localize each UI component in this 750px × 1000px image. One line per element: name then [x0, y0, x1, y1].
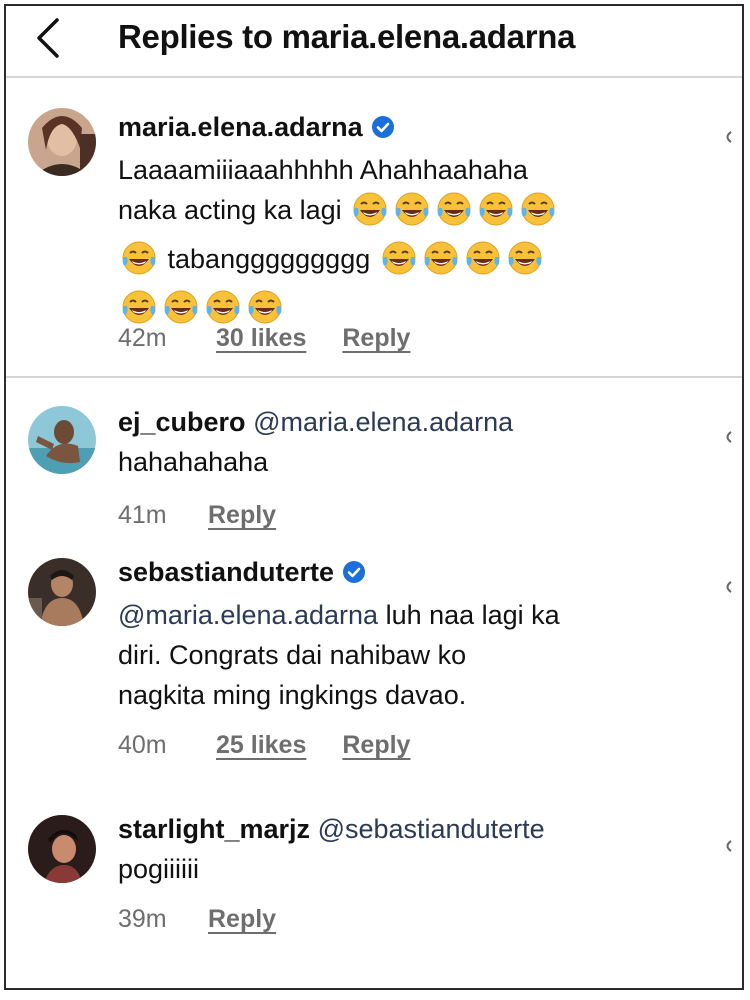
comment-body: sebastianduterte @maria.elena.adarna luh… [118, 552, 702, 715]
comment-text: luh naa lagi ka [378, 600, 560, 630]
comment-text: nagkita ming ingkings davao. [118, 680, 467, 710]
avatar[interactable] [28, 815, 96, 883]
comment-text: naka acting ka lagi [118, 195, 342, 225]
like-heart-icon[interactable] [722, 430, 732, 444]
comment-meta: 40m 25 likes Reply [118, 731, 410, 760]
face-with-tears-of-joy-icon [120, 239, 158, 288]
comment-text: diri. Congrats dai nahibaw ko [118, 640, 467, 670]
reply-button[interactable]: Reply [208, 905, 276, 934]
username[interactable]: ej_cubero [118, 407, 246, 437]
comment-item: sebastianduterte @maria.elena.adarna luh… [6, 550, 742, 805]
reply-button[interactable]: Reply [342, 731, 410, 760]
comment-body: ej_cubero @maria.elena.adarna hahahahaha [118, 402, 702, 482]
reply-button[interactable]: Reply [342, 324, 410, 353]
emoji-group [349, 195, 559, 225]
timestamp: 40m [118, 731, 167, 759]
comment-text: hahahahaha [118, 447, 269, 477]
mention-link[interactable]: @maria.elena.adarna [118, 600, 378, 630]
comment-body: starlight_marjz @sebastianduterte pogiii… [118, 809, 702, 889]
like-heart-icon[interactable] [722, 839, 732, 853]
face-with-tears-of-joy-icon [477, 190, 515, 239]
like-heart-icon[interactable] [722, 580, 732, 594]
comment-meta: 42m 30 likes Reply [118, 324, 410, 353]
face-with-tears-of-joy-icon [351, 190, 389, 239]
mention-link[interactable]: @sebastianduterte [318, 814, 545, 844]
back-button[interactable] [28, 16, 68, 60]
face-with-tears-of-joy-icon [506, 239, 544, 288]
page-title: Replies to maria.elena.adarna [118, 18, 576, 55]
comment-body: maria.elena.adarna Laaaamiiiaaahhhhh Aha… [118, 107, 702, 337]
comment-text: tabanggggggggg [167, 244, 371, 274]
verified-badge-icon [342, 555, 366, 595]
replies-screen: Replies to maria.elena.adarna maria.elen… [4, 4, 744, 990]
face-with-tears-of-joy-icon [393, 190, 431, 239]
timestamp: 42m [118, 324, 167, 352]
comment-text: pogiiiiii [118, 854, 200, 884]
header-bar: Replies to maria.elena.adarna [6, 6, 742, 78]
avatar[interactable] [28, 558, 96, 626]
likes-link[interactable]: 25 likes [216, 731, 306, 760]
username[interactable]: sebastianduterte [118, 557, 334, 587]
face-with-tears-of-joy-icon [435, 190, 473, 239]
face-with-tears-of-joy-icon [380, 239, 418, 288]
reply-button[interactable]: Reply [208, 501, 276, 530]
comment-meta: 39m Reply [118, 905, 276, 934]
timestamp: 41m [118, 501, 167, 529]
mention-link[interactable]: @maria.elena.adarna [253, 407, 513, 437]
comment-text: Laaaamiiiaaahhhhh Ahahhaahaha [118, 155, 528, 185]
face-with-tears-of-joy-icon [422, 239, 460, 288]
face-with-tears-of-joy-icon [519, 190, 557, 239]
likes-link[interactable]: 30 likes [216, 324, 306, 353]
avatar[interactable] [28, 406, 96, 474]
chevron-left-icon [37, 18, 59, 58]
timestamp: 39m [118, 905, 167, 933]
like-heart-icon[interactable] [722, 130, 732, 144]
username[interactable]: maria.elena.adarna [118, 112, 363, 142]
username[interactable]: starlight_marjz [118, 814, 310, 844]
avatar[interactable] [28, 108, 96, 176]
comment-meta: 41m Reply [118, 501, 276, 530]
comment-item: starlight_marjz @sebastianduterte pogiii… [6, 805, 742, 987]
comment-item: maria.elena.adarna Laaaamiiiaaahhhhh Aha… [6, 78, 742, 378]
verified-badge-icon [371, 110, 395, 150]
comment-item: ej_cubero @maria.elena.adarna hahahahaha… [6, 378, 742, 550]
face-with-tears-of-joy-icon [464, 239, 502, 288]
